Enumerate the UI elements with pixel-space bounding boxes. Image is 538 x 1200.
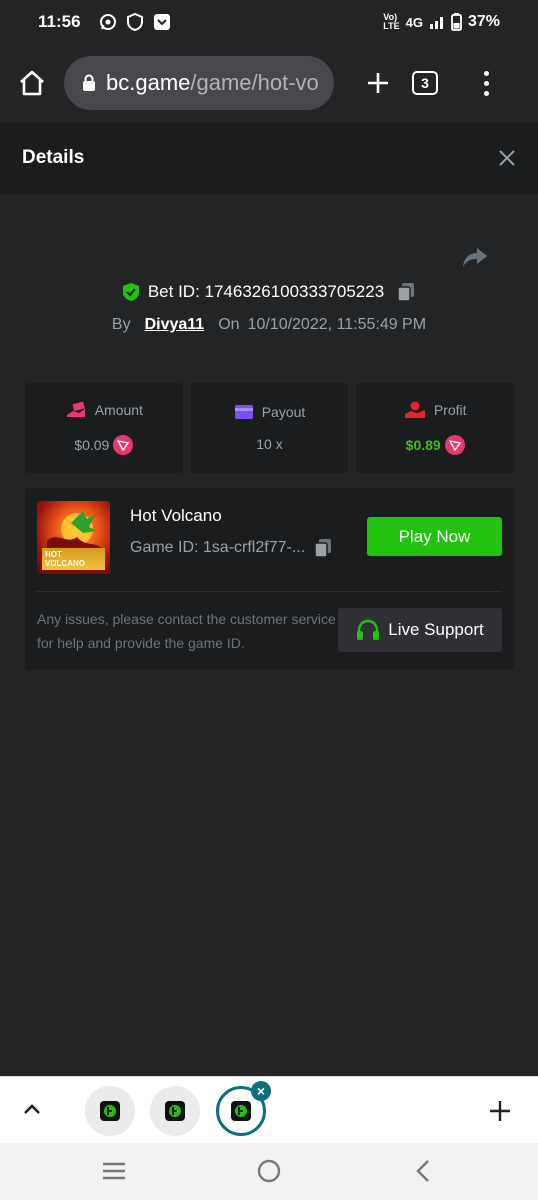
chevron-up-icon[interactable] (22, 1099, 42, 1119)
game-id: Game ID: 1sa-crfl2f77-... (130, 539, 306, 556)
close-tab-icon[interactable]: × (251, 1081, 271, 1101)
bc-game-icon (231, 1101, 251, 1121)
on-label: On (218, 316, 240, 333)
thumbnail-title: HOT VOLCANO (42, 548, 105, 570)
divider (37, 591, 502, 592)
play-now-button[interactable]: Play Now (367, 517, 502, 556)
live-support-label: Live Support (388, 620, 484, 639)
money-hand-icon (66, 401, 85, 417)
username-link[interactable]: Divya11 (145, 316, 205, 334)
stat-profit: Profit $0.89 (356, 383, 515, 473)
bet-date: 10/10/2022, 11:55:49 PM (247, 316, 427, 333)
bet-meta-row: By Divya11 On 10/10/2022, 11:55:49 PM (0, 316, 538, 334)
menu-dot (483, 80, 489, 86)
tab-thumbnail-2[interactable] (150, 1086, 200, 1136)
trx-coin-icon (444, 435, 465, 455)
plus-icon[interactable] (488, 1099, 512, 1123)
tab-switcher-button[interactable]: 3 (412, 71, 438, 95)
menu-dot (483, 90, 489, 96)
copy-icon[interactable] (313, 538, 333, 558)
game-card: HOT VOLCANO Hot Volcano Game ID: 1sa-crf… (25, 488, 514, 670)
battery-percent: 37% (467, 13, 500, 30)
network-type: 4G (405, 14, 423, 30)
message-icon (153, 14, 170, 30)
stat-label: Payout (261, 404, 306, 420)
status-time: 11:56 (38, 12, 81, 31)
tab-thumbnail-1[interactable] (85, 1086, 135, 1136)
live-support-button[interactable]: Live Support (338, 608, 502, 652)
game-thumbnail[interactable]: HOT VOLCANO (37, 501, 110, 574)
new-tab-button[interactable] (334, 44, 422, 122)
battery-icon (451, 13, 462, 31)
bc-game-icon (165, 1101, 185, 1121)
trx-coin-icon (113, 435, 134, 455)
url-bar[interactable]: bc.game/game/hot-vo (64, 56, 334, 110)
hand-coin-icon (404, 401, 425, 418)
whatsapp-icon (99, 14, 116, 30)
stat-amount: Amount $0.09 (25, 383, 183, 473)
home-button[interactable] (0, 44, 64, 122)
tab-strip: × (0, 1076, 538, 1143)
game-id-row: Game ID: 1sa-crfl2f77-... (130, 538, 333, 558)
details-header: Details (0, 122, 538, 194)
url-host: bc.game (106, 70, 191, 95)
verified-shield-icon (122, 283, 139, 301)
menu-dot (483, 70, 489, 76)
stat-value: 10 x (256, 436, 283, 452)
bc-game-icon (100, 1101, 120, 1121)
details-title: Details (22, 147, 85, 168)
home-icon (20, 70, 44, 96)
bet-id-row: Bet ID: 1746326100333705223 (0, 282, 538, 302)
stat-label: Amount (94, 402, 143, 418)
tab-thumbnail-active[interactable]: × (216, 1081, 271, 1136)
share-icon[interactable] (462, 246, 488, 268)
home-circle-icon[interactable] (255, 1157, 283, 1185)
close-icon[interactable] (498, 149, 516, 167)
recent-apps-icon[interactable] (100, 1157, 128, 1185)
stat-value: $0.89 (405, 437, 441, 453)
volte-indicator: Vo) LTE (383, 12, 400, 31)
stat-value: $0.09 (74, 437, 110, 453)
by-label: By (111, 316, 131, 333)
system-nav-bar (0, 1143, 538, 1200)
status-right: Vo) LTE 4G 37% (383, 13, 500, 31)
bet-stats: Amount $0.09 Payout 10 x Profit $0.89 (25, 383, 515, 473)
stat-payout: Payout 10 x (190, 383, 349, 473)
game-name: Hot Volcano (130, 506, 222, 525)
back-icon[interactable] (410, 1157, 438, 1185)
shield-icon (126, 13, 143, 31)
status-bar: 11:56 Vo) LTE 4G 37% (0, 0, 538, 44)
browser-menu-button[interactable] (456, 44, 516, 122)
signal-icon (429, 17, 443, 29)
browser-toolbar: bc.game/game/hot-vo 3 (0, 44, 538, 122)
stat-label: Profit (433, 402, 467, 418)
lock-icon (83, 74, 95, 91)
plus-icon (368, 73, 388, 93)
bet-id: Bet ID: 1746326100333705223 (147, 282, 385, 301)
bet-details-content: Bet ID: 1746326100333705223 By Divya11 O… (0, 194, 538, 1076)
url-path: /game/hot-vo (190, 70, 319, 95)
copy-icon[interactable] (396, 282, 416, 302)
wallet-icon (234, 405, 253, 419)
support-notice: Any issues, please contact the customer … (37, 611, 336, 651)
notification-icons (99, 13, 171, 31)
headset-icon (357, 619, 380, 640)
